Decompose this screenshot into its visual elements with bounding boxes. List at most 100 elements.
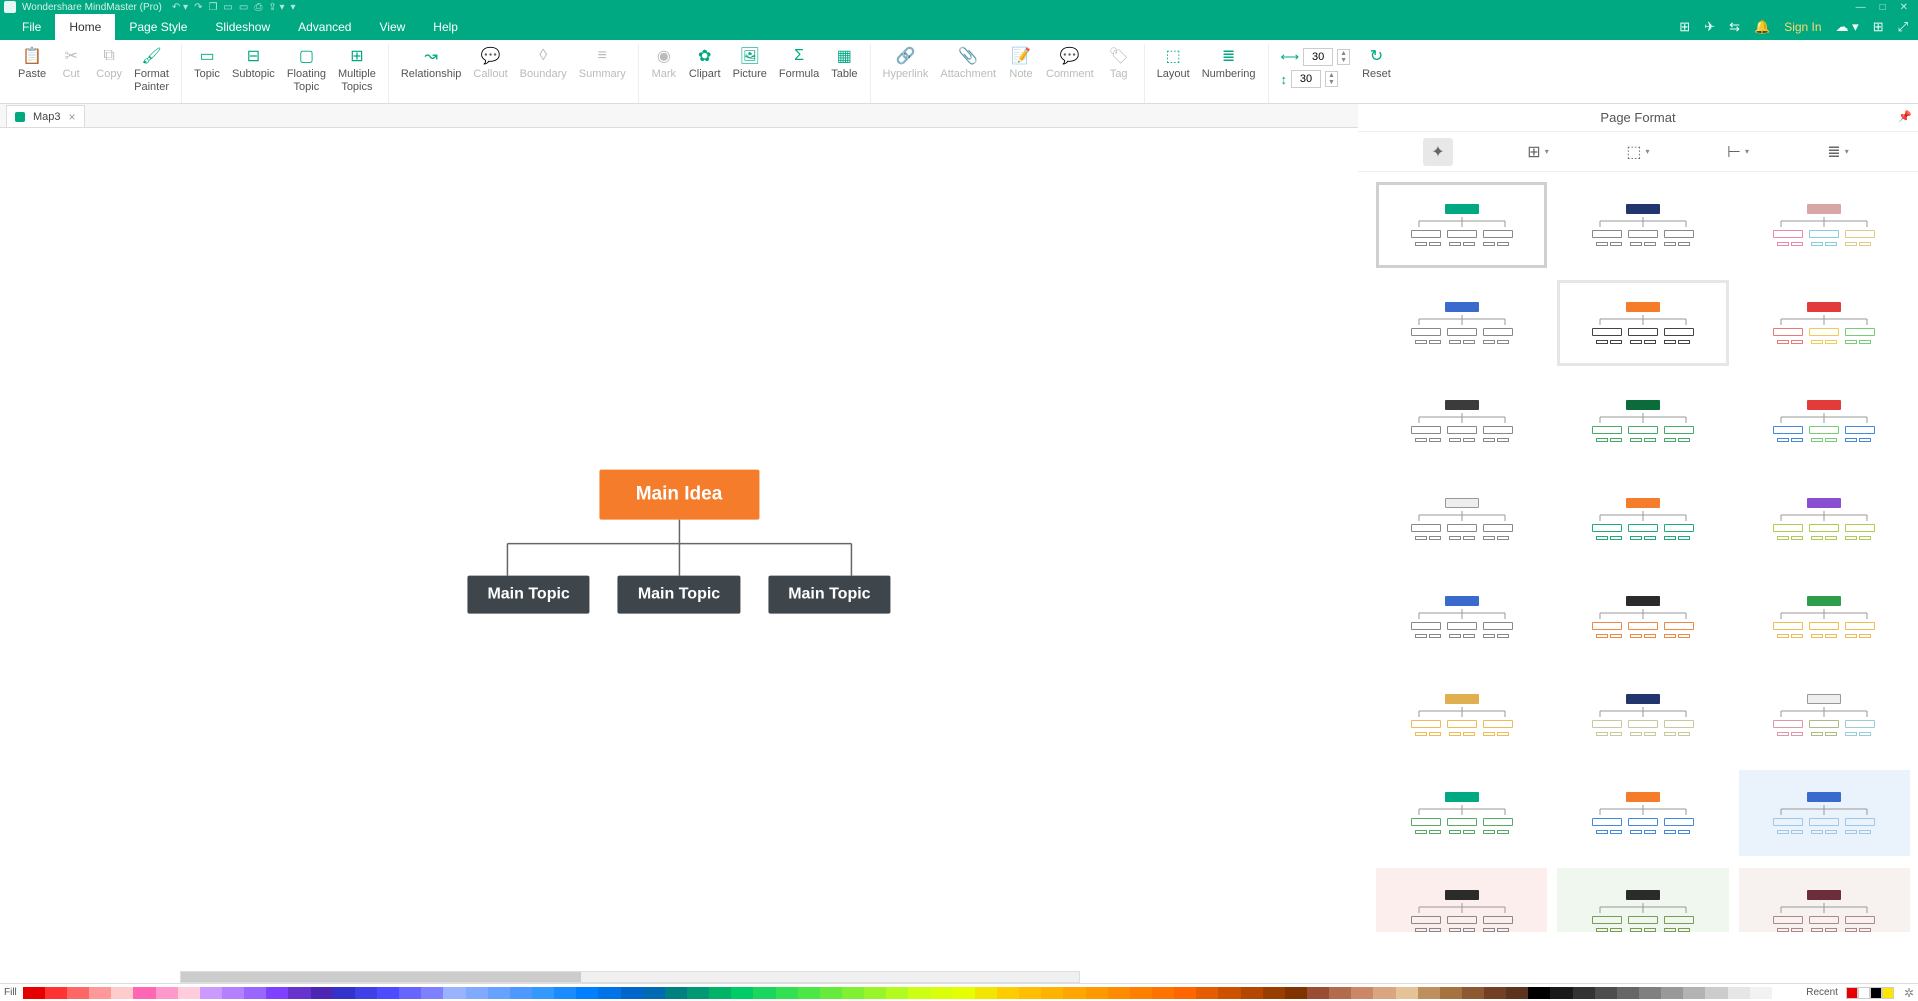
color-swatch[interactable] [798, 987, 820, 999]
color-swatch[interactable] [1661, 987, 1683, 999]
theme-thumbnail[interactable] [1739, 672, 1910, 758]
style-mode-button[interactable]: ⬚▾ [1623, 138, 1653, 166]
color-swatch[interactable] [1595, 987, 1617, 999]
print-icon[interactable]: ⎙ [254, 2, 262, 13]
tab-advanced[interactable]: Advanced [284, 14, 365, 40]
color-swatch[interactable] [709, 987, 731, 999]
color-swatch[interactable] [1218, 987, 1240, 999]
canvas[interactable]: Main Idea Main Topic Main Topic Main Top… [0, 128, 1358, 983]
theme-thumbnail[interactable] [1376, 672, 1547, 758]
theme-thumbnail[interactable] [1557, 378, 1728, 464]
color-swatch[interactable] [1705, 987, 1727, 999]
theme-thumbnail[interactable] [1557, 868, 1728, 932]
color-swatch[interactable] [1506, 987, 1528, 999]
minimize-icon[interactable]: — [1856, 2, 1866, 13]
export-icon[interactable]: ⇪ ▾ [268, 2, 284, 13]
theme-thumbnail[interactable] [1376, 182, 1547, 268]
clipart-button[interactable]: ✿Clipart [683, 44, 727, 81]
color-swatch[interactable] [510, 987, 532, 999]
color-swatch[interactable] [753, 987, 775, 999]
color-swatch[interactable] [1263, 987, 1285, 999]
color-swatch[interactable] [1550, 987, 1572, 999]
color-swatch[interactable] [1241, 987, 1263, 999]
share-icon[interactable]: ⇆ [1729, 19, 1740, 35]
theme-thumbnail[interactable] [1376, 280, 1547, 366]
boundary-button[interactable]: ◊Boundary [514, 44, 573, 81]
color-swatch[interactable] [953, 987, 975, 999]
color-swatch[interactable] [1683, 987, 1705, 999]
hyperlink-button[interactable]: 🔗Hyperlink [877, 44, 935, 81]
color-swatch[interactable] [333, 987, 355, 999]
floating-topic-button[interactable]: ▢Floating Topic [281, 44, 332, 94]
color-swatch[interactable] [1019, 987, 1041, 999]
format-painter-button[interactable]: 🖌Format Painter [128, 44, 175, 94]
expand-icon[interactable]: ⤢ [1898, 19, 1908, 35]
tab-slideshow[interactable]: Slideshow [201, 14, 284, 40]
color-swatch[interactable] [111, 987, 133, 999]
close-icon[interactable]: ✕ [1900, 2, 1908, 13]
color-swatch[interactable] [643, 987, 665, 999]
save-icon[interactable]: ▭ [239, 2, 248, 13]
color-swatch[interactable] [1617, 987, 1639, 999]
color-swatch[interactable] [842, 987, 864, 999]
color-swatch[interactable] [1573, 987, 1595, 999]
color-swatch[interactable] [133, 987, 155, 999]
relationship-button[interactable]: ↝Relationship [395, 44, 468, 81]
color-swatch[interactable] [244, 987, 266, 999]
close-tab-icon[interactable]: × [69, 110, 76, 124]
color-swatch[interactable] [1462, 987, 1484, 999]
list-mode-button[interactable]: ≣▾ [1823, 138, 1853, 166]
color-swatch[interactable] [200, 987, 222, 999]
branch-mode-button[interactable]: ⊢▾ [1723, 138, 1753, 166]
theme-thumbnail[interactable] [1376, 574, 1547, 660]
color-swatch[interactable] [532, 987, 554, 999]
color-swatch[interactable] [1329, 987, 1351, 999]
paste-button[interactable]: 📋Paste [12, 44, 52, 81]
color-swatch[interactable] [665, 987, 687, 999]
theme-thumbnail[interactable] [1557, 280, 1728, 366]
color-swatch[interactable] [1484, 987, 1506, 999]
undo-icon[interactable]: ↶ ▾ [172, 2, 188, 13]
maximize-icon[interactable]: □ [1880, 2, 1886, 13]
bell-icon[interactable]: 🔔 [1754, 19, 1770, 35]
numbering-button[interactable]: ≣Numbering [1196, 44, 1262, 81]
color-swatch[interactable] [1772, 987, 1794, 999]
color-swatch[interactable] [1750, 987, 1772, 999]
summary-button[interactable]: ≡Summary [573, 44, 632, 81]
color-swatch[interactable] [687, 987, 709, 999]
color-swatch[interactable] [1174, 987, 1196, 999]
color-swatch[interactable] [399, 987, 421, 999]
topic-width-input[interactable] [1303, 48, 1333, 66]
topic-button[interactable]: ▭Topic [188, 44, 226, 81]
gift-icon[interactable]: ⊞ [1679, 19, 1690, 35]
theme-thumbnail[interactable] [1557, 476, 1728, 562]
color-swatch[interactable] [178, 987, 200, 999]
color-swatch[interactable] [1396, 987, 1418, 999]
color-swatch[interactable] [156, 987, 178, 999]
color-swatch[interactable] [421, 987, 443, 999]
color-swatch[interactable] [1418, 987, 1440, 999]
color-swatch[interactable] [820, 987, 842, 999]
horizontal-scrollbar[interactable] [180, 971, 1080, 983]
color-swatch[interactable] [1041, 987, 1063, 999]
reset-button[interactable]: ↻Reset [1356, 44, 1397, 81]
color-swatch[interactable] [1639, 987, 1661, 999]
tab-home[interactable]: Home [55, 14, 115, 40]
color-swatch[interactable] [466, 987, 488, 999]
recent-color-swatch[interactable] [1846, 987, 1858, 999]
theme-thumbnail[interactable] [1376, 770, 1547, 856]
width-down-icon[interactable]: ▼ [1338, 57, 1349, 64]
sign-in-link[interactable]: Sign In [1784, 20, 1821, 34]
callout-button[interactable]: 💬Callout [467, 44, 513, 81]
picture-button[interactable]: 🖼Picture [727, 44, 773, 81]
height-up-icon[interactable]: ▲ [1326, 72, 1337, 79]
recent-color-swatch[interactable] [1882, 987, 1894, 999]
color-swatch[interactable] [1440, 987, 1462, 999]
theme-thumbnail[interactable] [1739, 476, 1910, 562]
comment-button[interactable]: 💬Comment [1040, 44, 1100, 81]
tab-file[interactable]: File [8, 14, 55, 40]
tag-button[interactable]: 🏷Tag [1100, 44, 1138, 81]
theme-thumbnail[interactable] [1557, 574, 1728, 660]
theme-thumbnail[interactable] [1376, 378, 1547, 464]
color-swatch[interactable] [355, 987, 377, 999]
